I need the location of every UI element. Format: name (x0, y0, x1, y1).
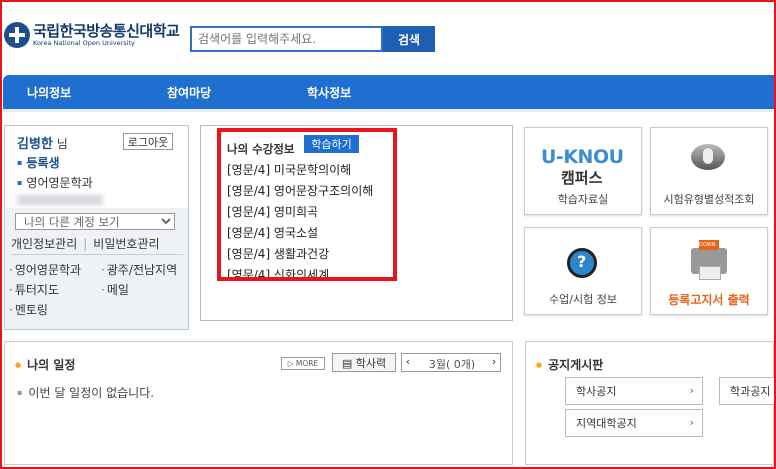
user-name-suffix: 님 (52, 137, 68, 151)
start-learning-button[interactable]: 학습하기 (304, 135, 359, 153)
course-list-highlight: 나의 수강정보 학습하기 [영문/4] 미국문학의이해 [영문/4] 영어문장구… (217, 128, 397, 281)
course-item[interactable]: [영문/4] 신화의세계 (227, 266, 329, 277)
schedule-title: 나의 일정 (15, 356, 75, 373)
campus-text: 캠퍼스 (561, 169, 603, 187)
course-item[interactable]: [영문/4] 생활과건강 (227, 245, 329, 262)
quick-link-mentoring[interactable]: 멘토링 (9, 301, 48, 318)
chevron-right-icon: › (689, 416, 694, 429)
logout-button[interactable]: 로그아웃 (123, 133, 173, 150)
user-department: 영어영문학과 (17, 174, 92, 191)
course-item[interactable]: [영문/4] 영어문장구조의이해 (227, 182, 373, 199)
course-item[interactable]: [영문/4] 영미희곡 (227, 203, 318, 220)
user-name-text: 김병한 (17, 137, 53, 152)
user-name: 김병한 님 (17, 133, 68, 152)
search-input[interactable] (190, 26, 383, 52)
mouse-icon (691, 144, 725, 170)
headset-help-icon (567, 248, 597, 278)
user-panel: 김병한 님 로그아웃 등록생 영어영문학과 나의 다른 계정 보기 개인정보관리… (4, 125, 189, 330)
campus-tile-label: 학습자료실 (557, 193, 609, 206)
university-logo[interactable]: 국립한국방송통신대학교 Korea National Open Universi… (4, 21, 180, 48)
printer-icon (691, 240, 727, 280)
month-navigator: ‹ 3월( 0개) › (401, 353, 501, 372)
course-info-title: 나의 수강정보 (227, 142, 295, 156)
prev-month-arrow-icon[interactable]: ‹ (402, 355, 414, 368)
nav-item-my-info[interactable]: 나의정보 (27, 84, 71, 101)
nav-item-academic-info[interactable]: 학사정보 (307, 84, 351, 101)
quick-link-department[interactable]: 영어영문학과 (9, 261, 81, 278)
calendar-icon: ▤ (341, 356, 356, 370)
user-summary: 김병한 님 로그아웃 등록생 영어영문학과 (5, 126, 188, 208)
password-manage-link[interactable]: 비밀번호관리 (93, 237, 159, 251)
main-nav: 나의정보 참여마당 학사정보 (3, 75, 774, 109)
academic-calendar-button[interactable]: ▤ 학사력 (332, 353, 396, 372)
next-month-arrow-icon[interactable]: › (488, 355, 500, 368)
quick-link-tutor[interactable]: 튜터지도 (9, 281, 59, 298)
department-notice-label: 학과공지 (730, 385, 771, 398)
university-emblem-icon (4, 22, 30, 48)
search-button[interactable]: 검색 (383, 26, 435, 52)
academic-calendar-label: 학사력 (355, 356, 387, 370)
notice-board-title: 공지게시판 (536, 356, 603, 373)
exam-type-tile-label: 시험유형별성적조회 (663, 193, 755, 206)
regional-notice-button[interactable]: 지역대학공지 › (565, 409, 703, 437)
tile-class-exam-info[interactable]: 수업/시험 정보 (524, 227, 642, 315)
other-account-select[interactable]: 나의 다른 계정 보기 (15, 213, 175, 230)
tile-exam-type-grades[interactable]: 시험유형별성적조회 (650, 127, 768, 215)
quick-link-mail[interactable]: 메일 (101, 281, 129, 298)
academic-notice-label: 학사공지 (576, 385, 617, 398)
link-separator: | (83, 237, 88, 251)
nav-item-participation[interactable]: 참여마당 (167, 84, 211, 101)
current-month: 3월( 0개) (428, 358, 476, 371)
profile-manage-link[interactable]: 개인정보관리 (11, 237, 77, 251)
academic-notice-button[interactable]: 학사공지 › (565, 377, 703, 405)
course-item[interactable]: [영문/4] 미국문학의이해 (227, 161, 351, 178)
empty-schedule-message: 이번 달 일정이 없습니다. (17, 384, 154, 401)
my-schedule-panel: 나의 일정 ▷ MORE ▤ 학사력 ‹ 3월( 0개) › 이번 달 일정이 … (4, 341, 513, 465)
print-invoice-label: 등록고지서 출력 (668, 293, 750, 307)
chevron-right-icon: › (689, 384, 694, 397)
tile-print-invoice[interactable]: DOWN 등록고지서 출력 (650, 227, 768, 315)
logo-english-name: Korea National Open University (33, 38, 135, 47)
class-exam-tile-label: 수업/시험 정보 (549, 293, 617, 306)
uknou-logo: U-KNOU (541, 146, 624, 168)
logo-korean-name: 국립한국방송통신대학교 (33, 21, 180, 40)
regional-notice-label: 지역대학공지 (576, 417, 637, 430)
account-links: 개인정보관리 | 비밀번호관리 (11, 235, 160, 252)
tile-uknou-campus[interactable]: U-KNOU 캠퍼스 학습자료실 (524, 127, 642, 215)
quick-link-region[interactable]: 광주/전남지역 (101, 261, 177, 278)
department-notice-button[interactable]: 학과공지 (719, 377, 776, 405)
enrollment-status: 등록생 (17, 154, 59, 171)
course-item[interactable]: [영문/4] 영국소설 (227, 224, 318, 241)
panel-divider (11, 254, 183, 255)
schedule-more-button[interactable]: ▷ MORE (281, 357, 325, 370)
redacted-student-id (17, 195, 103, 205)
nav-underline (3, 109, 774, 112)
printer-down-text: DOWN (699, 242, 716, 248)
notice-board-panel: 공지게시판 학사공지 › 학과공지 지역대학공지 › (525, 341, 776, 465)
